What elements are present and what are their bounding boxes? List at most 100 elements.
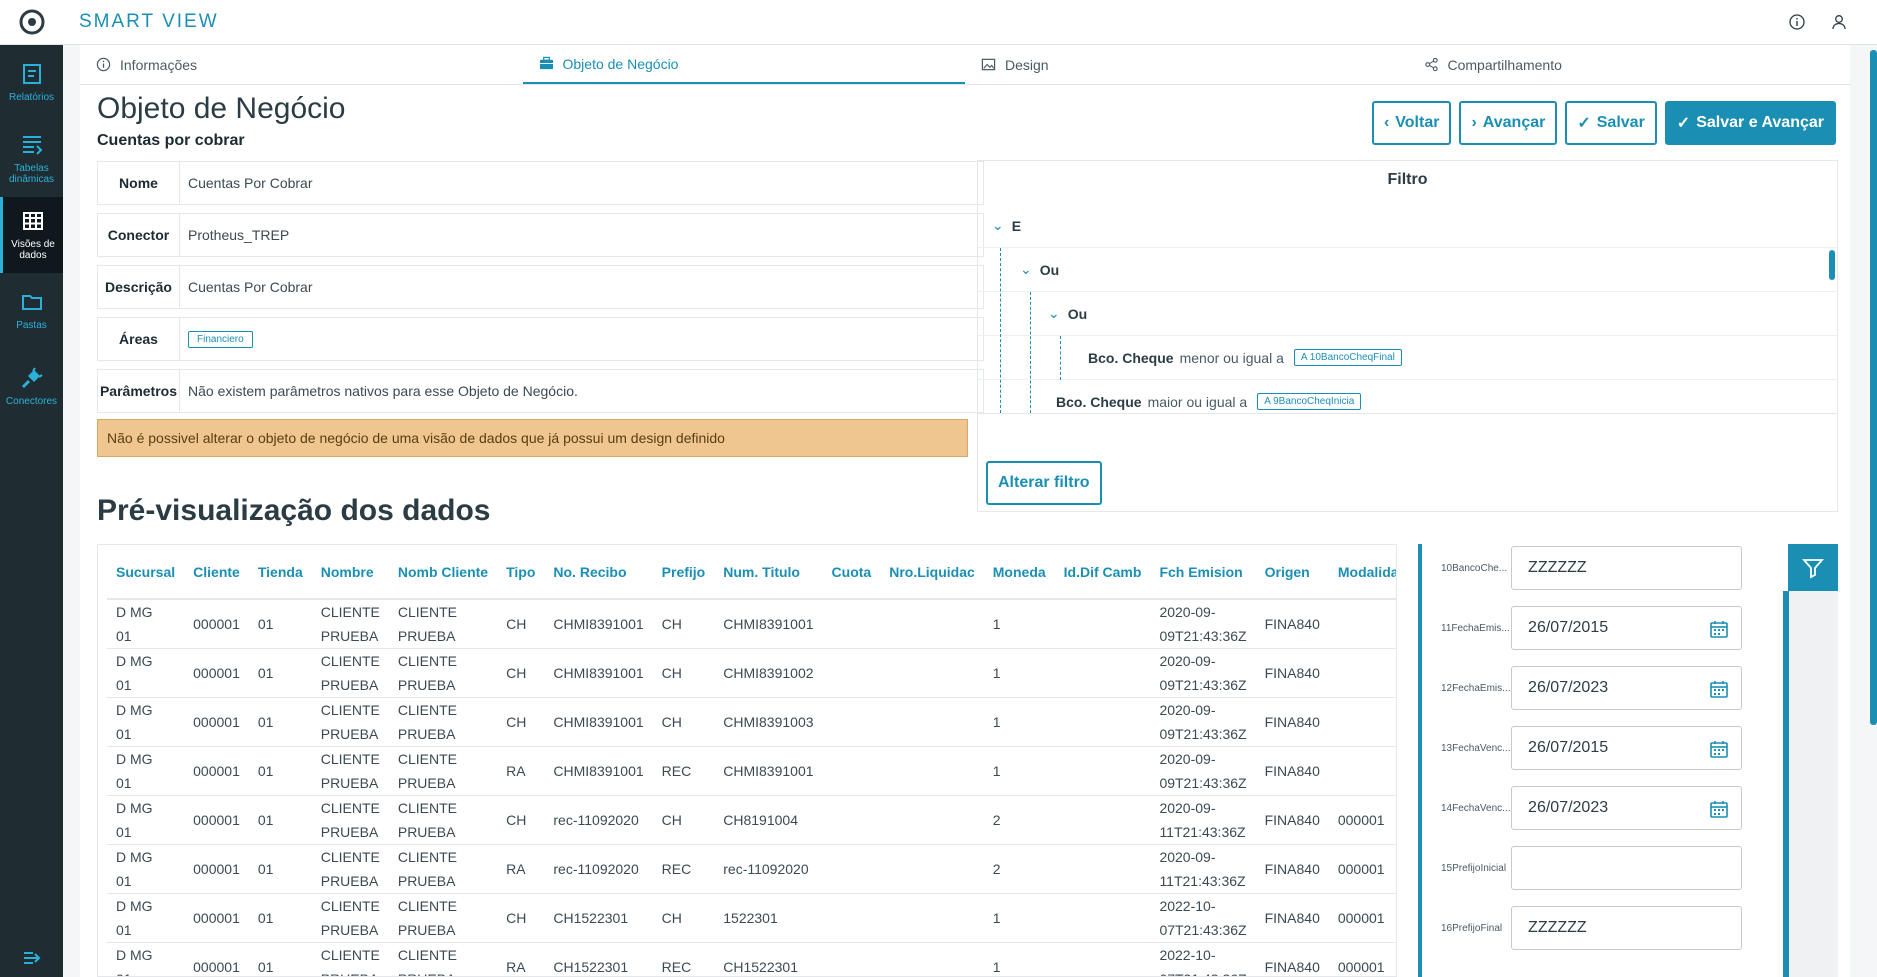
filter-scrollbar[interactable] [1829,250,1835,280]
column-header[interactable]: Moneda [983,545,1055,600]
tree-node-label: Ou [1039,261,1060,278]
calendar-icon[interactable] [1709,619,1729,639]
table-cell [822,746,881,796]
wizard-tabs: Informações Objeto de Negócio Design Com… [80,45,1850,85]
table-cell: D MG 01 [107,844,185,894]
column-header[interactable]: Sucursal [107,545,185,600]
filter-toggle-button[interactable] [1788,544,1838,592]
table-cell [880,795,984,845]
table-cell: CLIENTE PRUEBA [388,599,498,649]
table-cell: CH [497,893,545,943]
variable-name: 10BancoCheqFinal [1309,352,1395,363]
text-input[interactable]: ZZZZZZ [1511,906,1742,950]
table-cell: 1522301 [714,893,823,943]
table-row[interactable]: D MG 0100000101CLIENTE PRUEBACLIENTE PRU… [107,697,1396,747]
table-cell: CLIENTE PRUEBA [388,942,498,976]
save-button[interactable]: ✓ Salvar [1565,101,1657,145]
date-input[interactable]: 26/07/2023 [1511,666,1742,710]
table-row[interactable]: D MG 0100000101CLIENTE PRUEBACLIENTE PRU… [107,599,1396,649]
table-row[interactable]: D MG 0100000101CLIENTE PRUEBACLIENTE PRU… [107,942,1396,976]
table-cell: 2020-09- 09T21:43:36Z [1150,599,1256,649]
table-cell: 000001 [184,942,249,976]
tab-label: Objeto de Negócio [562,55,679,72]
table-cell: REC [652,844,715,894]
sidebar-item-conectores[interactable]: Conectores [0,349,63,425]
table-cell: CLIENTE PRUEBA [311,844,389,894]
date-input[interactable]: 26/07/2015 [1511,726,1742,770]
collapse-menu-icon[interactable] [0,951,63,965]
main-panel: Informações Objeto de Negócio Design Com… [80,45,1850,977]
sidebar-item-visoes-de-dados[interactable]: Visões de dados [0,197,63,273]
save-and-next-button[interactable]: ✓ Salvar e Avançar [1664,101,1836,145]
tab-design[interactable]: Design [965,45,1408,84]
variable-icon: A [1300,352,1310,363]
tree-node-or[interactable]: ⌄ Ou [978,292,1837,336]
parameter-label: 16PrefijoFinal [1441,922,1503,934]
table-cell: 1 [983,599,1055,649]
field-label: Descrição [98,266,180,308]
next-button[interactable]: › Avançar [1459,101,1558,145]
parameter-row: 11FechaEmis... 26/07/2015 [1422,606,1742,650]
user-icon[interactable] [1829,12,1849,32]
column-header[interactable]: Id.Dif Camb [1054,545,1151,600]
date-input[interactable]: 26/07/2015 [1511,606,1742,650]
column-header[interactable]: Origen [1255,545,1329,600]
table-cell [822,697,881,747]
column-header[interactable]: Tipo [497,545,545,600]
parameters-panel: 10BancoChe... ZZZZZZ 11FechaEmis... 26/07/2… [1418,544,1748,977]
parameter-label: 14FechaVenc... [1441,802,1511,814]
calendar-icon[interactable] [1709,799,1729,819]
table-row[interactable]: D MG 0100000101CLIENTE PRUEBACLIENTE PRU… [107,648,1396,698]
table-cell: 01 [248,648,312,698]
table-cell: CLIENTE PRUEBA [311,795,389,845]
info-icon [96,57,111,72]
text-input[interactable] [1511,846,1742,890]
column-header[interactable]: Cliente [184,545,249,600]
column-header[interactable]: No. Recibo [544,545,653,600]
table-row[interactable]: D MG 0100000101CLIENTE PRUEBACLIENTE PRU… [107,893,1396,943]
tab-informacoes[interactable]: Informações [80,45,523,84]
table-row[interactable]: D MG 0100000101CLIENTE PRUEBACLIENTE PRU… [107,795,1396,845]
calendar-icon[interactable] [1709,679,1729,699]
table-cell: 01 [248,599,312,649]
column-header[interactable]: Modalidad [1328,545,1396,600]
tree-node-and[interactable]: ⌄ E [978,204,1837,248]
sidebar-item-pastas[interactable]: Pastas [0,273,63,349]
column-header[interactable]: Num. Titulo [714,545,823,600]
column-header[interactable]: Cuota [822,545,881,600]
filter-condition[interactable]: Bco. Cheque menor ou igual a A 10BancoCh… [978,336,1837,380]
column-header[interactable]: Prefijo [652,545,715,600]
column-header[interactable]: Fch Emision [1150,545,1256,600]
app-logo-icon[interactable] [0,0,63,45]
tab-objeto-de-negocio[interactable]: Objeto de Negócio [522,45,965,84]
report-icon [22,64,41,85]
table-row[interactable]: D MG 0100000101CLIENTE PRUEBACLIENTE PRU… [107,844,1396,894]
page-scrollbar[interactable] [1870,50,1877,725]
text-input[interactable]: ZZZZZZ [1511,546,1742,590]
column-header[interactable]: Nombre [311,545,389,600]
calendar-icon[interactable] [1709,739,1729,759]
input-value: 26/07/2023 [1528,799,1609,816]
table-cell: CHMI8391001 [544,599,653,649]
parameters-scrollbar[interactable] [1783,591,1789,977]
info-icon[interactable] [1787,12,1807,32]
sidebar-item-tabelas-dinamicas[interactable]: Tabelas dinâmicas [0,121,63,197]
column-header[interactable]: Tienda [248,545,312,600]
table-cell: FINA840 [1255,844,1329,894]
table-cell: FINA840 [1255,893,1329,943]
filter-condition[interactable]: Bco. Cheque maior ou igual a A 9BancoChe… [978,380,1837,413]
input-value: ZZZZZZ [1528,919,1587,936]
column-header[interactable]: Nro.Liquidac [880,545,984,600]
change-filter-button[interactable]: Alterar filtro [986,461,1102,505]
table-cell: FINA840 [1255,599,1329,649]
sidebar-item-relatorios[interactable]: Relatórios [0,45,63,121]
parameter-label: 13FechaVenc... [1441,742,1511,754]
tab-compartilhamento[interactable]: Compartilhamento [1408,45,1851,84]
column-header[interactable]: Nomb Cliente [388,545,498,600]
date-input[interactable]: 26/07/2023 [1511,786,1742,830]
table-cell: D MG 01 [107,795,185,845]
back-button[interactable]: ‹ Voltar [1371,101,1452,145]
tree-node-or[interactable]: ⌄ Ou [978,248,1837,292]
table-cell: CH [497,599,545,649]
table-row[interactable]: D MG 0100000101CLIENTE PRUEBACLIENTE PRU… [107,746,1396,796]
